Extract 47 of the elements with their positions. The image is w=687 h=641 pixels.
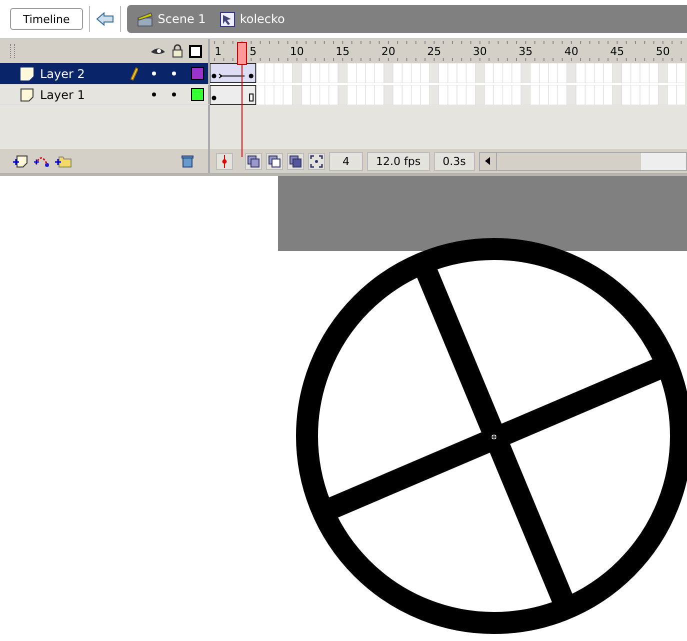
frame-number: 50: [656, 45, 670, 58]
elapsed-time-field: 0.3s: [434, 152, 475, 170]
keyframe-span[interactable]: [210, 85, 256, 105]
breadcrumb-link[interactable]: kolecko: [240, 12, 285, 26]
layer-name: Layer 2: [40, 66, 86, 80]
breadcrumb-link[interactable]: Scene 1: [158, 12, 206, 26]
frame-number: 1: [214, 45, 222, 58]
frame-number: 25: [427, 45, 442, 58]
frame-number: 20: [381, 45, 396, 58]
frame-number: 45: [610, 45, 624, 58]
frame-number: 5: [250, 45, 257, 58]
frame-number: 15: [336, 45, 350, 58]
scroll-left-icon[interactable]: [485, 157, 490, 165]
horizontal-scrollbar[interactable]: [478, 152, 687, 170]
registration-point-icon: [488, 432, 500, 442]
playhead-icon: [220, 154, 229, 168]
trash-icon[interactable]: [181, 154, 194, 168]
frame-number: 40: [564, 45, 578, 58]
outline-swatch[interactable]: [191, 88, 204, 101]
outline-swatch[interactable]: [191, 67, 204, 80]
frame-rate-field[interactable]: 12.0 fps: [367, 152, 430, 170]
frame-number: 30: [472, 45, 487, 58]
layer-icon: [20, 88, 34, 102]
onion-outline-button[interactable]: [266, 152, 283, 170]
layer-row[interactable]: Layer 2: [0, 63, 210, 85]
frame-number: 35: [518, 45, 533, 58]
wheel-drawing[interactable]: [296, 238, 687, 634]
frame-number: 10: [290, 45, 304, 58]
timeline-button[interactable]: Timeline: [10, 8, 83, 30]
center-frame-button[interactable]: [216, 152, 233, 170]
onion-markers-button[interactable]: [308, 152, 325, 170]
outline-icon[interactable]: [189, 44, 202, 58]
add-folder-icon[interactable]: [54, 154, 72, 168]
layer-name: Layer 1: [40, 88, 86, 102]
layer-row[interactable]: Layer 1: [0, 85, 210, 105]
eye-icon[interactable]: [150, 46, 166, 56]
layer-icon: [20, 66, 34, 80]
clapperboard-icon: [136, 12, 153, 26]
current-frame-field: 4: [329, 152, 363, 170]
symbol-icon: [220, 12, 235, 26]
edit-multiple-frames-button[interactable]: [287, 152, 304, 170]
onion-skin-button[interactable]: [245, 152, 262, 170]
add-layer-icon[interactable]: [12, 154, 29, 168]
back-arrow-icon[interactable]: [96, 12, 114, 26]
lock-icon[interactable]: [172, 44, 183, 58]
add-guide-icon[interactable]: [33, 154, 50, 168]
motion-tween[interactable]: [210, 63, 256, 83]
